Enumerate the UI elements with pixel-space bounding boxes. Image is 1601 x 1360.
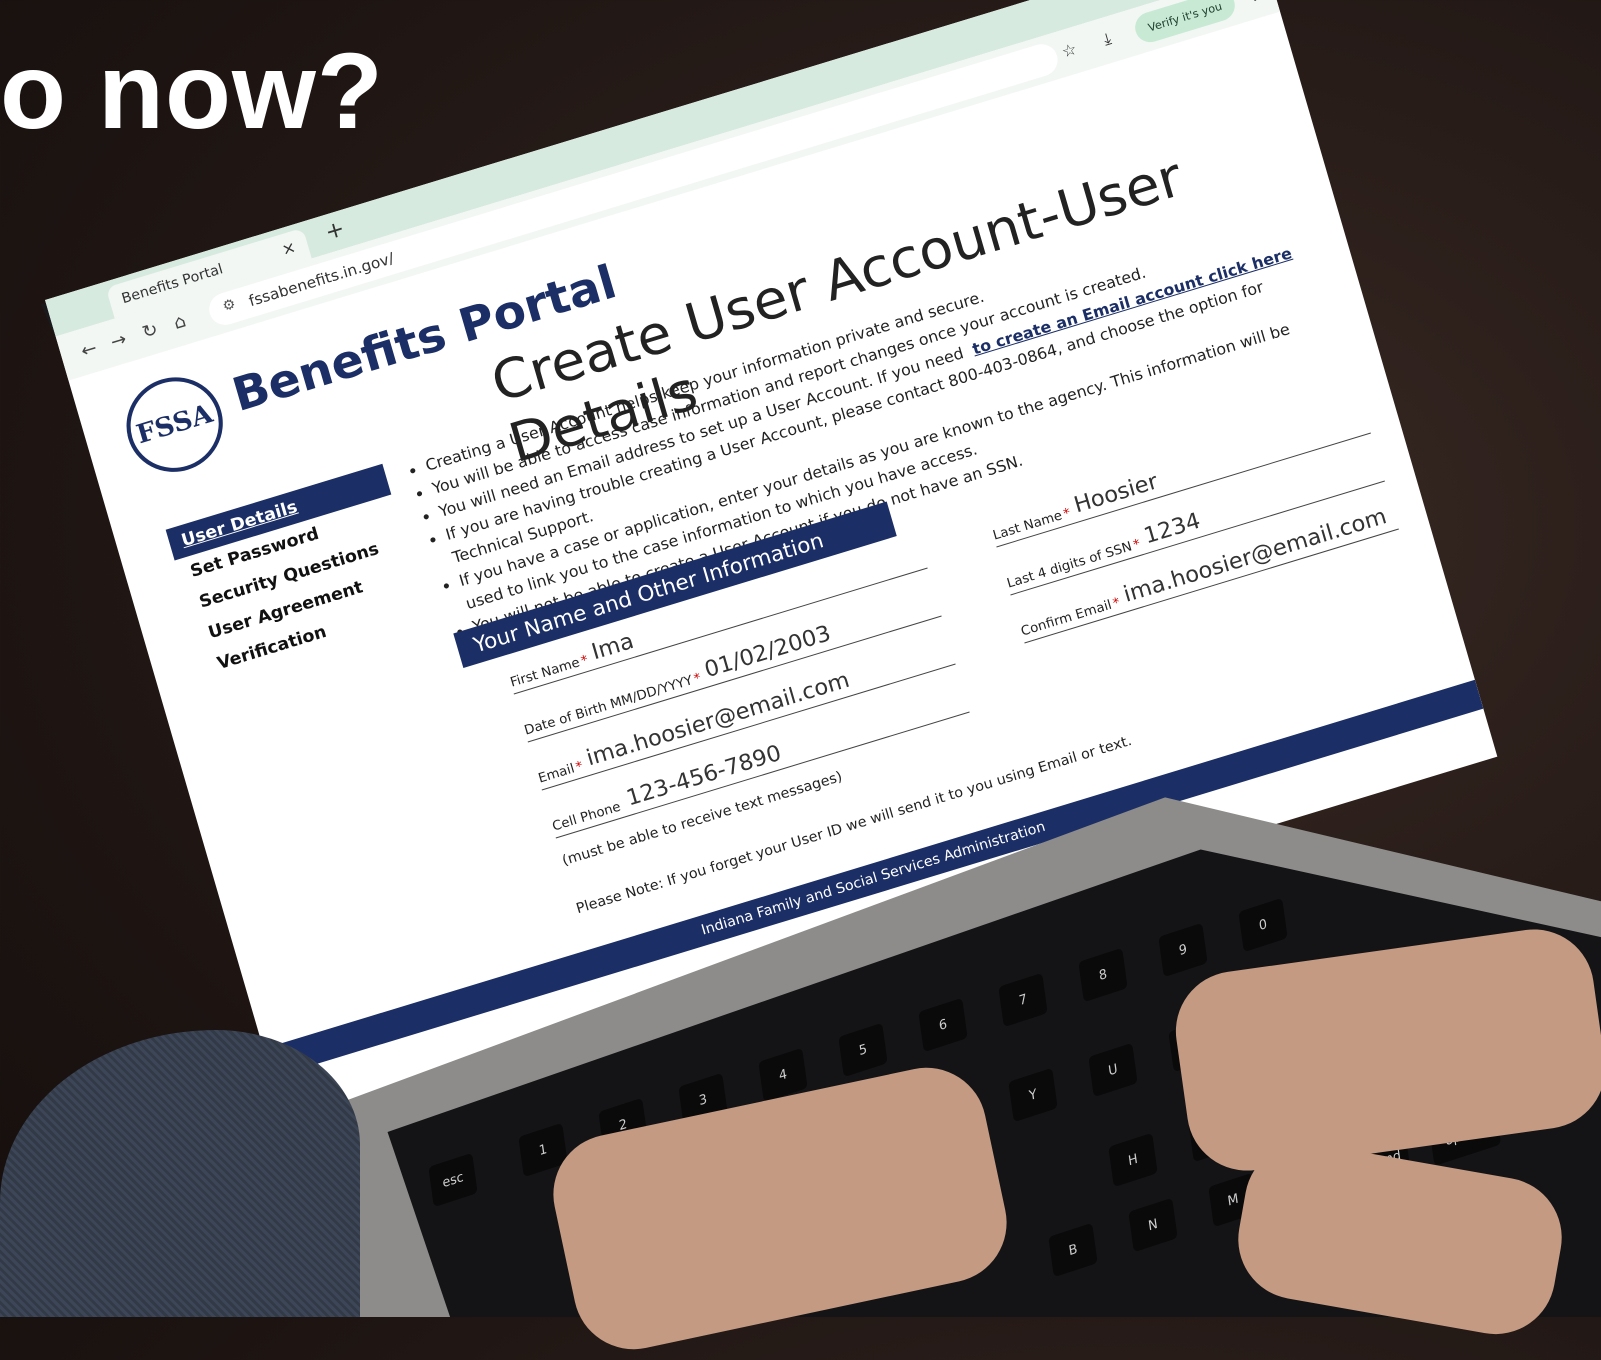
back-icon[interactable]: ← [79,337,100,362]
key-8[interactable]: 8 [1078,947,1128,1003]
new-tab-icon[interactable]: + [322,216,347,246]
email-label: Email [536,761,577,787]
key-5[interactable]: 5 [838,1022,888,1078]
menu-kebab-icon[interactable]: ⋮ [1243,0,1264,6]
download-icon[interactable]: ⤓ [1101,29,1114,50]
key-esc[interactable]: esc [428,1152,478,1208]
last-name-label: Last Name [991,508,1065,544]
confirm-email-label: Confirm Email [1019,597,1114,640]
fssa-logo: FSSA [115,365,235,484]
logo-text: FSSA [133,398,217,451]
sidebar-steps: User Details Set Password Security Quest… [165,463,428,684]
forward-icon[interactable]: → [108,328,129,353]
key-6[interactable]: 6 [918,997,968,1053]
bookmark-star-icon[interactable]: ☆ [1059,39,1078,62]
headline: o now? [0,30,384,151]
first-name-input[interactable]: Ima [589,629,637,665]
key-b[interactable]: B [1048,1222,1098,1278]
key-j[interactable]: H [1108,1132,1158,1188]
key-9[interactable]: 9 [1158,922,1208,978]
first-name-label: First Name [508,655,582,691]
verify-profile-button[interactable]: Verify it's you [1131,0,1239,46]
key-7[interactable]: 7 [998,972,1048,1028]
cell-phone-label: Cell Phone [550,799,623,835]
key-0[interactable]: 0 [1238,897,1288,953]
key-y[interactable]: Y [1008,1067,1058,1123]
last-name-input[interactable]: Hoosier [1071,469,1160,518]
verify-label: Verify it's you [1146,0,1224,34]
home-icon[interactable]: ⌂ [171,310,188,334]
close-tab-icon[interactable]: × [279,237,298,259]
ssn-input[interactable]: 1234 [1141,509,1203,550]
site-info-icon[interactable]: ⚙ [221,296,238,315]
reload-icon[interactable]: ↻ [140,319,161,344]
knee-jeans [0,1030,360,1317]
key-n[interactable]: N [1128,1197,1178,1253]
key-u[interactable]: U [1088,1042,1138,1098]
